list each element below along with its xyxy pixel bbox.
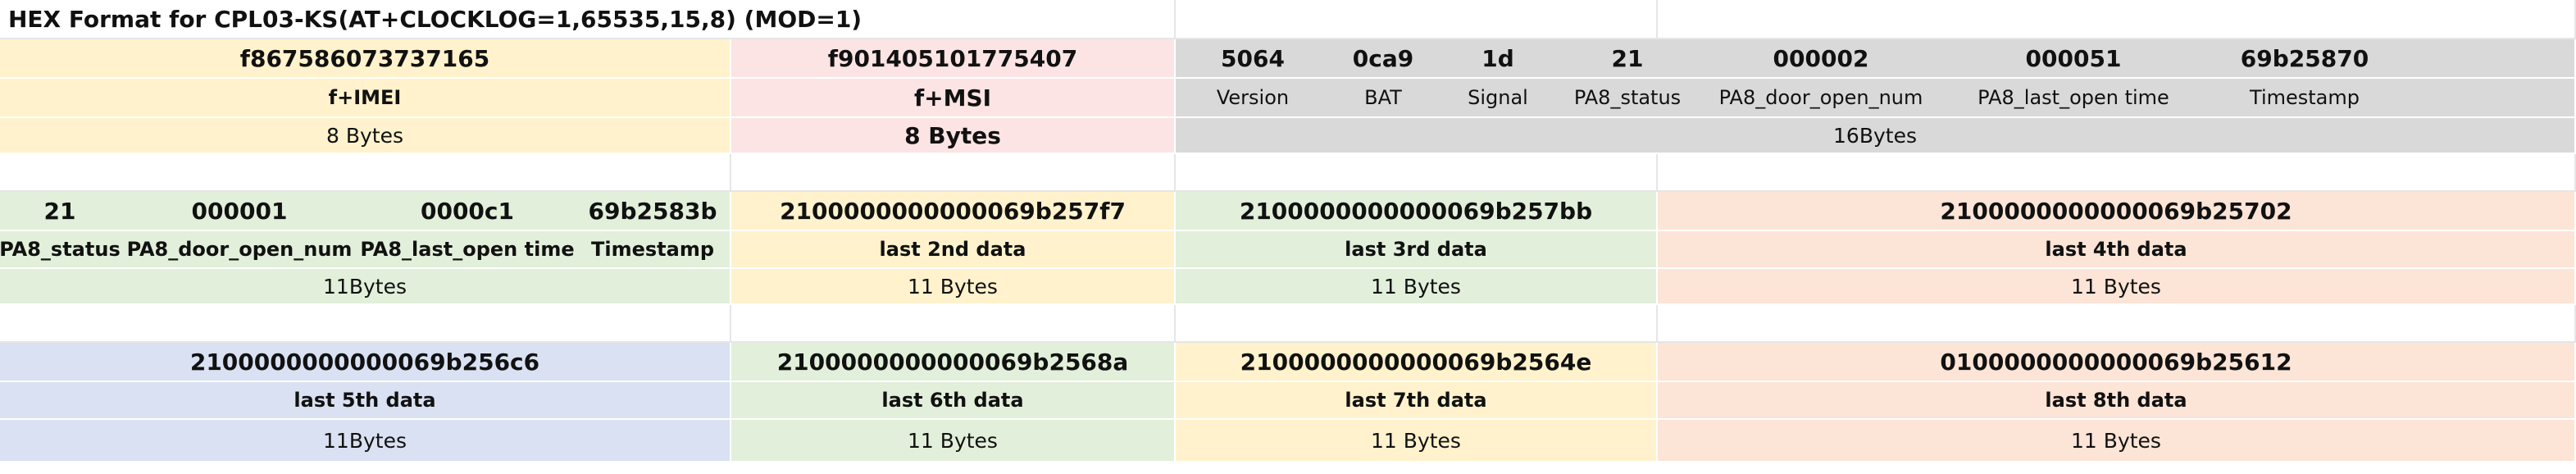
pa8-door-open-num-label: PA8_door_open_num bbox=[1718, 86, 1923, 109]
last-3rd-value: 2100000000000069b257bb bbox=[1176, 192, 1658, 231]
pa8-last-open-time-label: PA8_last_open time bbox=[360, 238, 575, 261]
empty-cell bbox=[1176, 305, 1658, 343]
last-3rd-size: 11 Bytes bbox=[1176, 269, 1658, 305]
empty-cell bbox=[1658, 0, 2576, 39]
pa8-status-label: PA8_status bbox=[1573, 86, 1682, 109]
empty-cell bbox=[731, 154, 1176, 192]
last-5th-label: last 5th data bbox=[0, 382, 731, 420]
last-2nd-size: 11 Bytes bbox=[731, 269, 1176, 305]
imei-size: 8 Bytes bbox=[0, 118, 731, 154]
payload-size: 16Bytes bbox=[1176, 118, 2576, 154]
pa8-last-open-time-value: 0000c1 bbox=[420, 197, 514, 225]
imsi-value: f901405101775407 bbox=[731, 39, 1176, 79]
last-5th-size: 11Bytes bbox=[0, 420, 731, 463]
signal-value: 1d bbox=[1481, 44, 1514, 72]
imsi-label: f+MSI bbox=[731, 79, 1176, 118]
bat-label: BAT bbox=[1364, 86, 1402, 109]
version-label: Version bbox=[1216, 86, 1290, 109]
pa8-door-open-num-value: 000002 bbox=[1773, 44, 1869, 72]
pa8-status-label: PA8_status bbox=[0, 238, 120, 261]
last-8th-size: 11 Bytes bbox=[1658, 420, 2576, 463]
last-4th-value: 2100000000000069b25702 bbox=[1658, 192, 2576, 231]
last-6th-label: last 6th data bbox=[731, 382, 1176, 420]
imei-label: f+IMEI bbox=[0, 79, 731, 118]
pa8-status-value: 21 bbox=[1611, 44, 1644, 72]
last-8th-value: 0100000000000069b25612 bbox=[1658, 343, 2576, 382]
pa8-status-value: 21 bbox=[43, 197, 76, 225]
last-6th-size: 11 Bytes bbox=[731, 420, 1176, 463]
payload-labels-row: Version BAT Signal PA8_status PA8_door_o… bbox=[1176, 79, 2576, 118]
hex-format-table: HEX Format for CPL03-KS(AT+CLOCKLOG=1,65… bbox=[0, 0, 2576, 474]
pa8-door-open-num-label: PA8_door_open_num bbox=[126, 238, 353, 261]
empty-cell bbox=[1658, 305, 2576, 343]
first-record-values: 21 000001 0000c1 69b2583b bbox=[0, 192, 731, 231]
timestamp-value: 69b25870 bbox=[2240, 44, 2369, 72]
last-6th-value: 2100000000000069b2568a bbox=[731, 343, 1176, 382]
pa8-last-open-time-value: 000051 bbox=[2025, 44, 2122, 72]
last-4th-label: last 4th data bbox=[1658, 231, 2576, 269]
version-value: 5064 bbox=[1221, 44, 1285, 72]
last-7th-size: 11 Bytes bbox=[1176, 420, 1658, 463]
empty-cell bbox=[1658, 154, 2576, 192]
empty-cell bbox=[1176, 0, 1658, 39]
last-2nd-label: last 2nd data bbox=[731, 231, 1176, 269]
timestamp-label: Timestamp bbox=[2250, 86, 2360, 109]
last-2nd-value: 2100000000000069b257f7 bbox=[731, 192, 1176, 231]
first-record-labels: PA8_status PA8_door_open_num PA8_last_op… bbox=[0, 231, 731, 269]
bat-value: 0ca9 bbox=[1352, 44, 1414, 72]
pa8-last-open-time-label: PA8_last_open time bbox=[1978, 86, 2169, 109]
last-8th-label: last 8th data bbox=[1658, 382, 2576, 420]
empty-cell bbox=[0, 305, 731, 343]
signal-label: Signal bbox=[1468, 86, 1528, 109]
empty-cell bbox=[1176, 154, 1658, 192]
first-record-size: 11Bytes bbox=[0, 269, 731, 305]
payload-values-row: 5064 0ca9 1d 21 000002 000051 69b25870 bbox=[1176, 39, 2576, 79]
imsi-size: 8 Bytes bbox=[731, 118, 1176, 154]
last-3rd-label: last 3rd data bbox=[1176, 231, 1658, 269]
last-4th-size: 11 Bytes bbox=[1658, 269, 2576, 305]
empty-cell bbox=[0, 154, 731, 192]
last-7th-value: 2100000000000069b2564e bbox=[1176, 343, 1658, 382]
empty-cell bbox=[731, 305, 1176, 343]
imei-value: f867586073737165 bbox=[0, 39, 731, 79]
timestamp-value: 69b2583b bbox=[588, 197, 717, 225]
timestamp-label: Timestamp bbox=[590, 238, 715, 261]
table-title: HEX Format for CPL03-KS(AT+CLOCKLOG=1,65… bbox=[0, 0, 1176, 39]
pa8-door-open-num-value: 000001 bbox=[191, 197, 288, 225]
last-7th-label: last 7th data bbox=[1176, 382, 1658, 420]
last-5th-value: 2100000000000069b256c6 bbox=[0, 343, 731, 382]
